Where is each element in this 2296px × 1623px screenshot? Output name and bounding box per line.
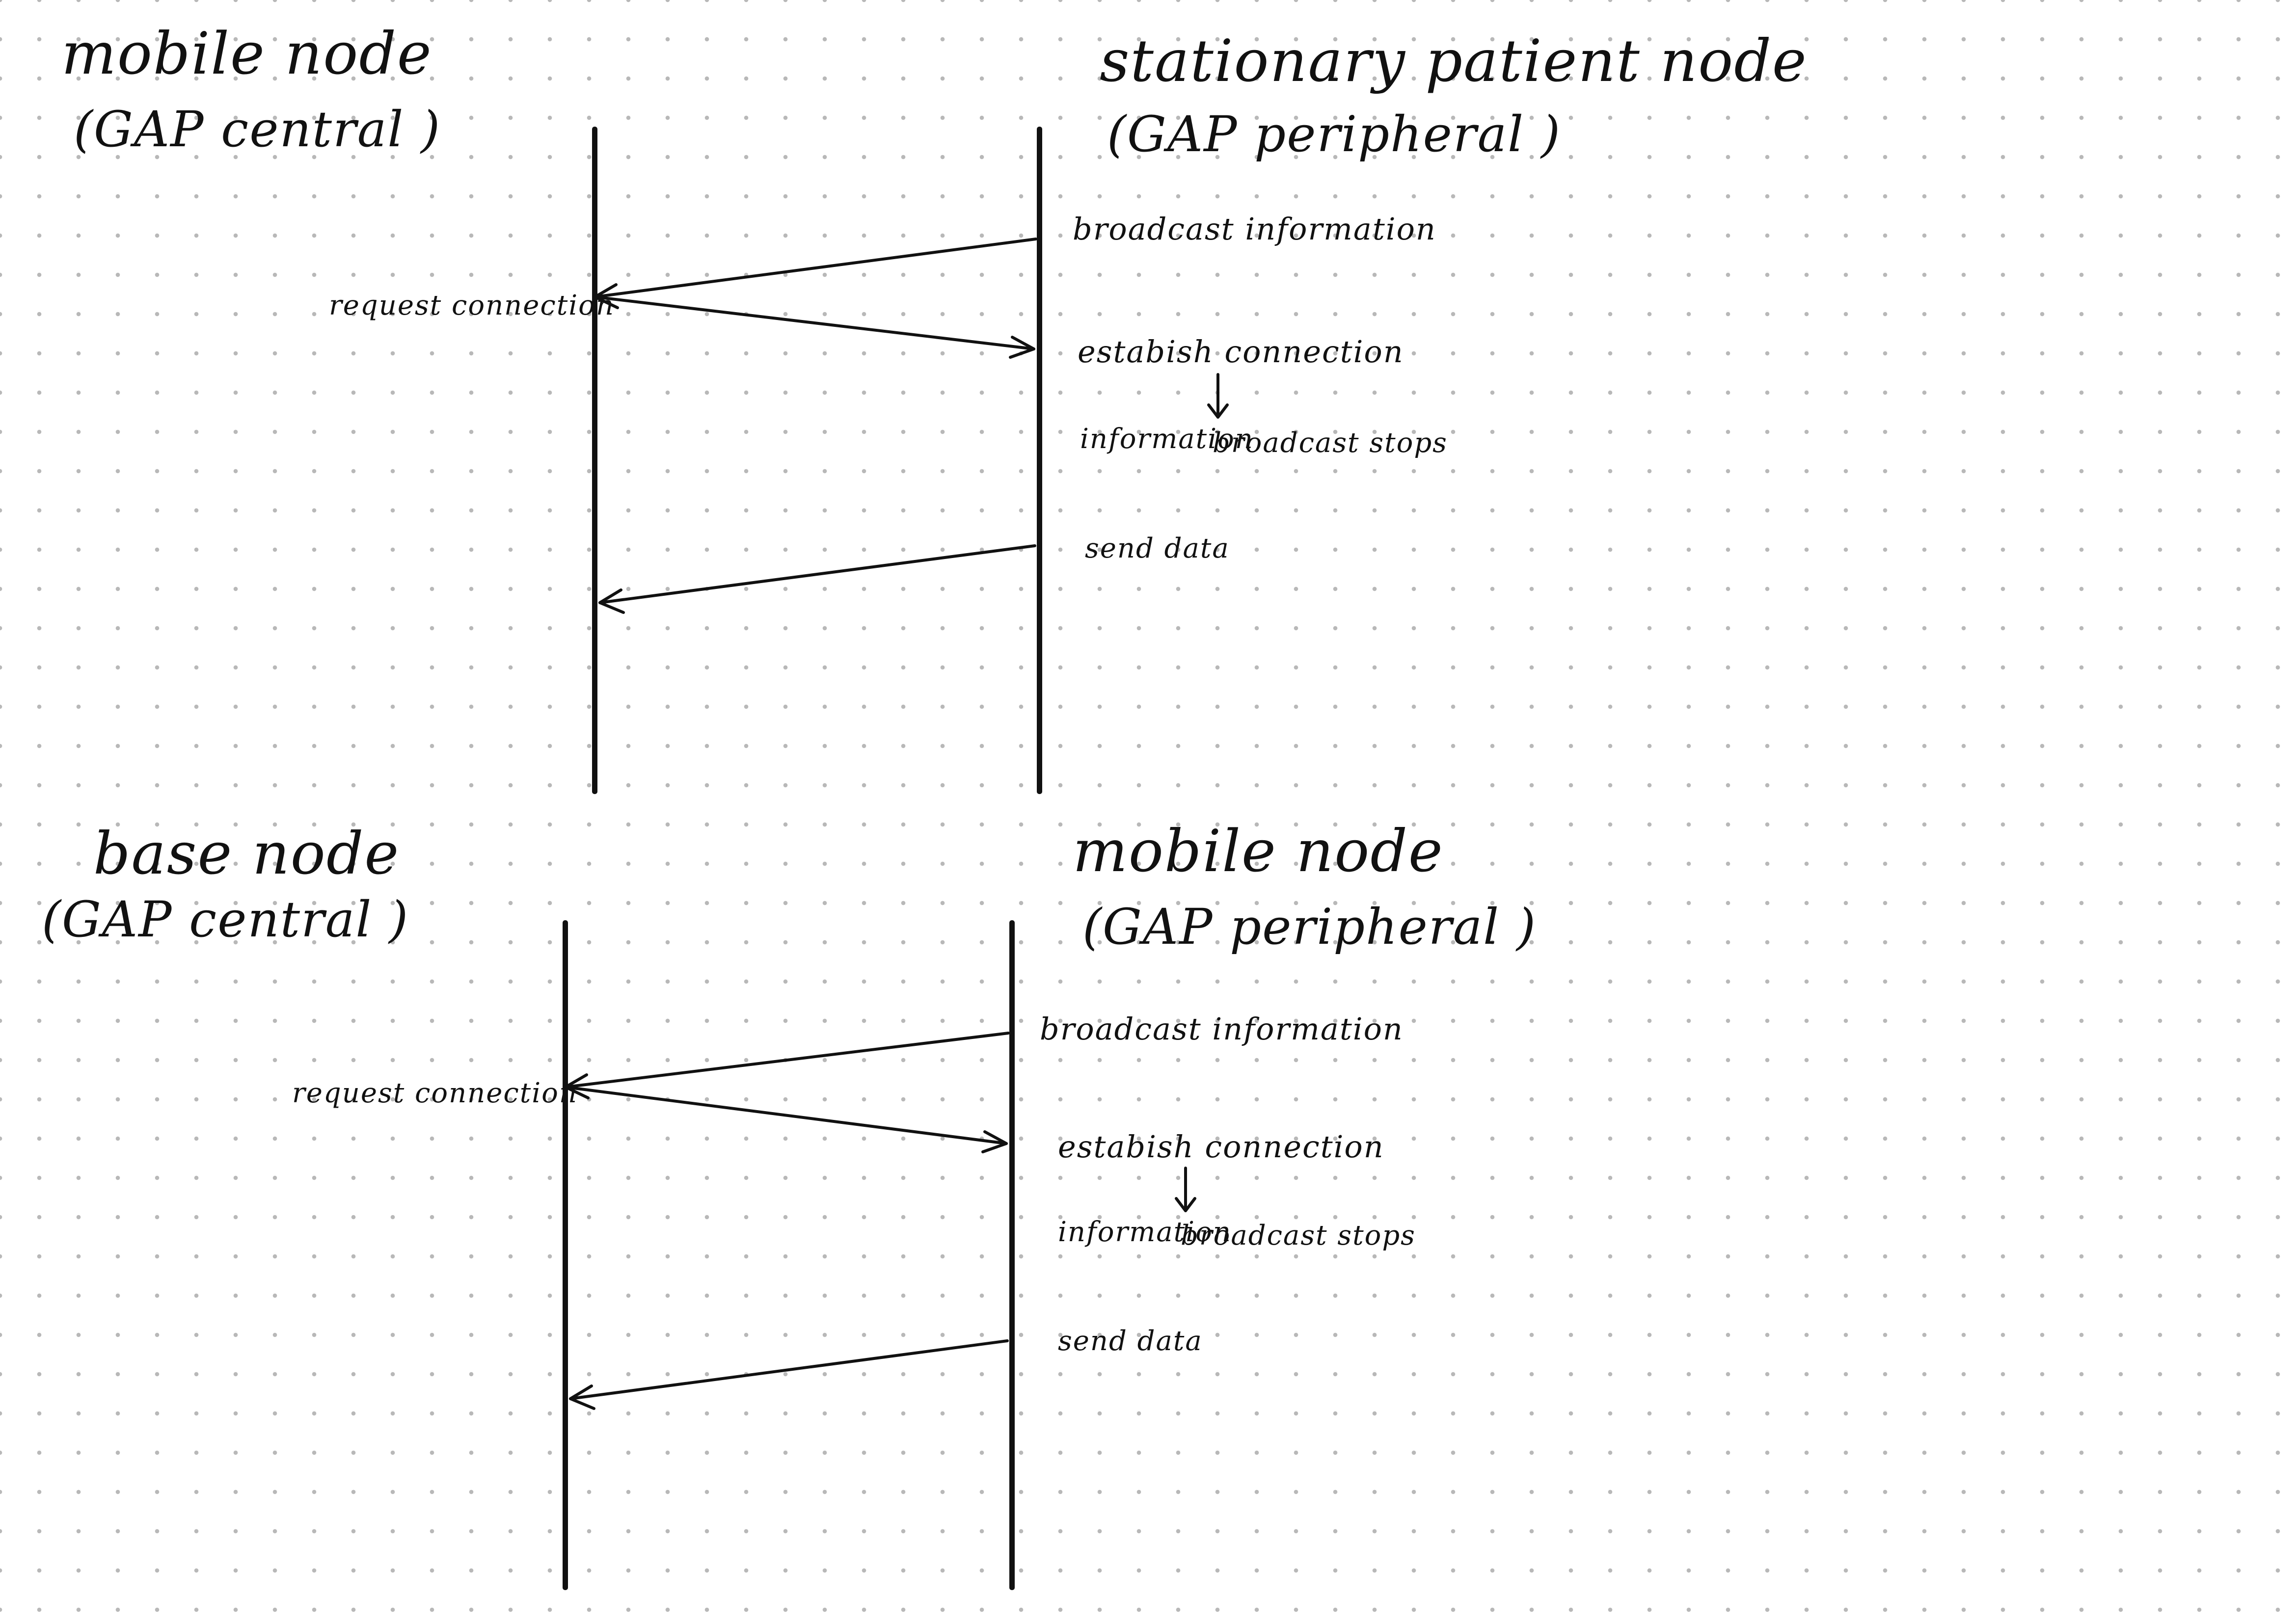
stops-label-right: broadcast stops [1213, 427, 1448, 459]
establish-label: estabish connection [1058, 1129, 1384, 1165]
broadcast-label: broadcast information [1073, 211, 1436, 247]
dot-grid-canvas: mobile node (GAP central ) stationary pa… [0, 0, 2296, 1623]
send-data-arrow [598, 544, 1036, 614]
send-label: send data [1058, 1325, 1203, 1357]
send-data-arrow [569, 1339, 1009, 1410]
connect-arrow [564, 1086, 1008, 1153]
send-label: send data [1085, 532, 1230, 564]
broadcast-label: broadcast information [1040, 1011, 1404, 1047]
broadcast-arrow [594, 238, 1037, 309]
sequence-diagram-bottom: base node (GAP central ) mobile node (GA… [0, 790, 2296, 1623]
establish-label: estabish connection [1078, 334, 1404, 370]
message-arrows [594, 238, 1229, 614]
broadcast-arrow [564, 1032, 1010, 1099]
sequence-diagram-top: mobile node (GAP central ) stationary pa… [0, 0, 2296, 810]
down-arrow-icon [1207, 373, 1229, 419]
request-label: request connection [329, 290, 615, 321]
message-arrows [564, 1032, 1196, 1410]
connect-arrow [594, 295, 1035, 359]
stops-label-right: broadcast stops [1181, 1220, 1416, 1251]
down-arrow-icon [1175, 1167, 1196, 1212]
request-label: request connection [292, 1077, 578, 1109]
